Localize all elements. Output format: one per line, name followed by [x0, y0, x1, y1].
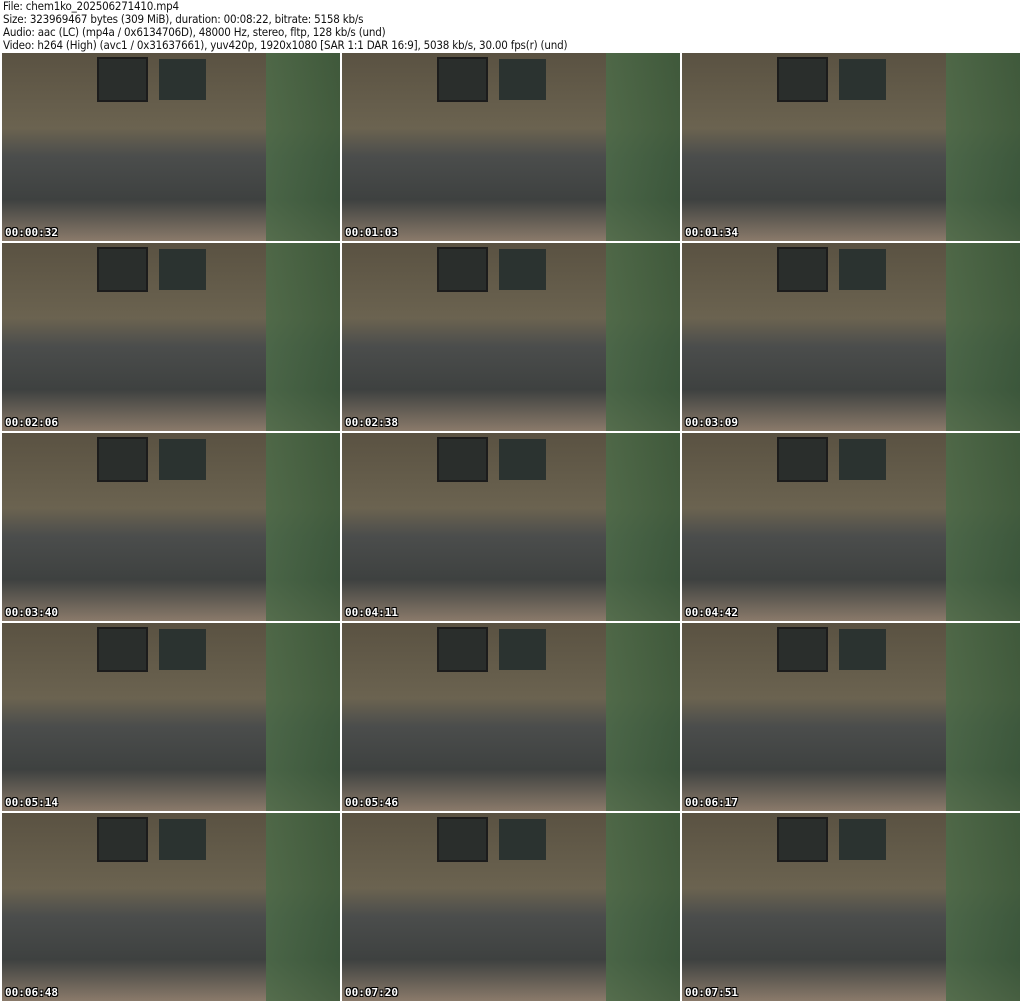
video-thumbnail: 00:07:20: [342, 813, 680, 1001]
file-info-header: File: chem1ko_202506271410.mp4 Size: 323…: [3, 0, 568, 52]
video-thumbnail: 00:03:40: [2, 433, 340, 621]
video-thumbnail: 00:01:03: [342, 53, 680, 241]
thumbnail-timestamp: 00:07:51: [685, 986, 738, 999]
thumbnail-grid: 00:00:32 00:01:03 00:01:34 00:02:06 00:02:38…: [2, 53, 1020, 1001]
video-thumbnail: 00:02:38: [342, 243, 680, 431]
thumbnail-timestamp: 00:01:34: [685, 226, 738, 239]
video-info: Video: h264 (High) (avc1 / 0x31637661), …: [3, 38, 568, 52]
thumbnail-timestamp: 00:02:38: [345, 416, 398, 429]
thumbnail-timestamp: 00:07:20: [345, 986, 398, 999]
video-thumbnail: 00:02:06: [2, 243, 340, 431]
video-thumbnail: 00:00:32: [2, 53, 340, 241]
video-thumbnail: 00:06:48: [2, 813, 340, 1001]
thumbnail-timestamp: 00:04:11: [345, 606, 398, 619]
video-thumbnail: 00:05:14: [2, 623, 340, 811]
video-thumbnail: 00:03:09: [682, 243, 1020, 431]
video-thumbnail: 00:04:42: [682, 433, 1020, 621]
video-thumbnail: 00:06:17: [682, 623, 1020, 811]
thumbnail-timestamp: 00:03:40: [5, 606, 58, 619]
thumbnail-timestamp: 00:04:42: [685, 606, 738, 619]
thumbnail-timestamp: 00:01:03: [345, 226, 398, 239]
thumbnail-timestamp: 00:06:48: [5, 986, 58, 999]
thumbnail-timestamp: 00:02:06: [5, 416, 58, 429]
thumbnail-timestamp: 00:00:32: [5, 226, 58, 239]
video-thumbnail: 00:07:51: [682, 813, 1020, 1001]
thumbnail-timestamp: 00:05:14: [5, 796, 58, 809]
thumbnail-timestamp: 00:06:17: [685, 796, 738, 809]
thumbnail-timestamp: 00:03:09: [685, 416, 738, 429]
video-thumbnail: 00:01:34: [682, 53, 1020, 241]
video-thumbnail: 00:05:46: [342, 623, 680, 811]
video-thumbnail: 00:04:11: [342, 433, 680, 621]
thumbnail-timestamp: 00:05:46: [345, 796, 398, 809]
